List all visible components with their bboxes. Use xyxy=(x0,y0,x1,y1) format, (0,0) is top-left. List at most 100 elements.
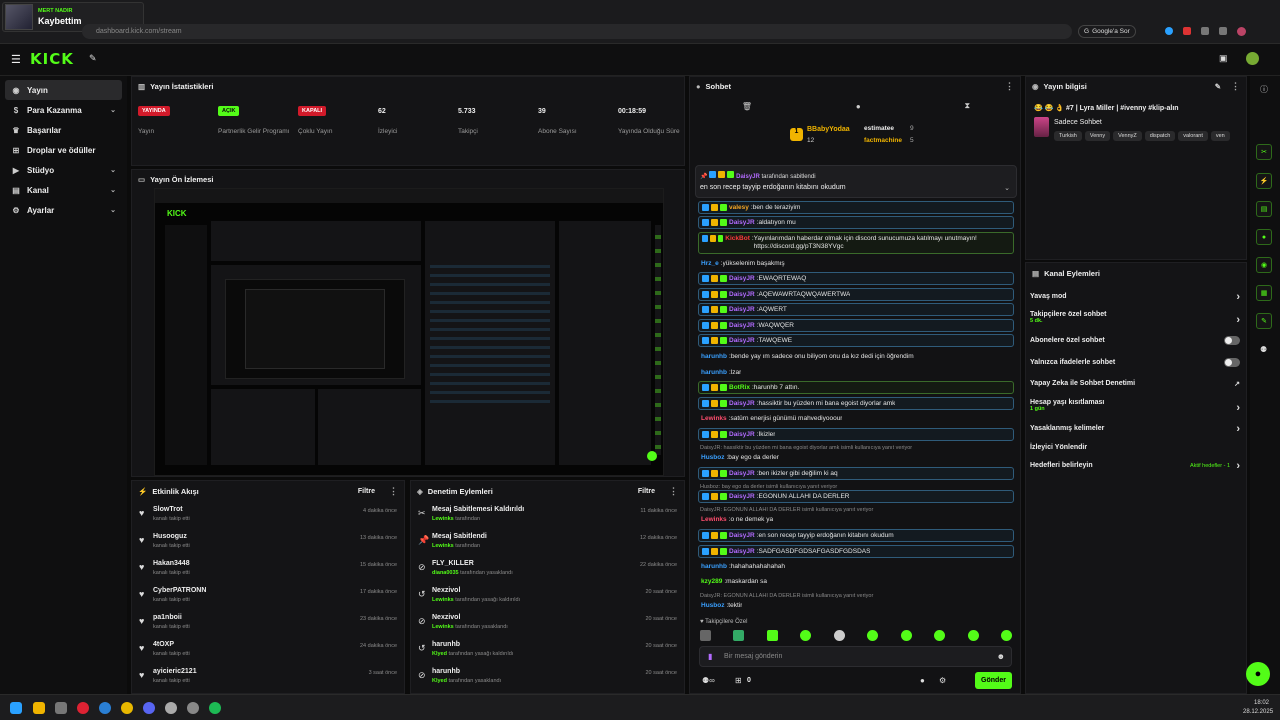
extension-icon[interactable] xyxy=(1219,27,1227,35)
chat-message[interactable]: DaisyJR: AQEWAWRTAQWQAWERTWA xyxy=(698,288,1014,301)
chat-message[interactable]: DaisyJR: ben ikizler gibi değilim ki aq xyxy=(698,467,1014,480)
emote-icon[interactable] xyxy=(733,630,745,641)
sidebar-item[interactable]: ▶ Stüdyo ⌄ xyxy=(5,160,122,180)
emote-icon[interactable] xyxy=(1000,630,1012,641)
tag-chip[interactable]: dispatch xyxy=(1144,131,1176,141)
extension-icon[interactable] xyxy=(1183,27,1191,35)
spotify-icon[interactable] xyxy=(209,702,221,714)
chat-message[interactable]: DaisyJR: AQWERT xyxy=(698,303,1014,316)
channel-action-item[interactable]: Yasaklanmış kelimeler › xyxy=(1030,423,1240,435)
users-icon[interactable]: ⚉∞ xyxy=(702,676,715,685)
emote-icon[interactable] xyxy=(934,630,946,641)
moderation-row[interactable]: ↺ Nexzivol Lewinks tarafından yasağı kaldı… xyxy=(411,587,684,614)
channel-action-item[interactable]: Hedefleri belirleyin › Aktif hedefler - 1 xyxy=(1030,460,1240,472)
chat-username[interactable]: DaisyJR xyxy=(729,275,755,282)
activity-row[interactable]: ♥ Hakan3448 kanalı takip etti 15 dakika önc… xyxy=(132,560,404,587)
moderation-row[interactable]: ↺ harunhb Klyed tarafından yasağı kaldırıl… xyxy=(411,641,684,668)
address-bar[interactable] xyxy=(82,24,1072,39)
moderator-name[interactable]: Klyed xyxy=(432,651,447,657)
chevron-right-icon[interactable]: › xyxy=(1236,291,1240,303)
taskbar-app-icon[interactable] xyxy=(55,702,67,714)
chat-bubble-icon[interactable]: ● xyxy=(856,102,861,111)
chat-message[interactable]: KickBot: Yayınlarımdan haberdar olmak iç… xyxy=(698,232,1014,254)
chat-message[interactable]: BotRix: harunhb 7 attın. xyxy=(698,381,1014,394)
info-icon[interactable]: ⓘ xyxy=(1260,84,1268,95)
moderation-filter-button[interactable]: Filtre xyxy=(638,488,655,495)
chevron-right-icon[interactable]: › xyxy=(1236,402,1240,414)
rail-scissors-icon[interactable]: ✂ xyxy=(1256,144,1272,160)
chat-message[interactable]: DaisyJR: hassiktir bu yüzden mi bana ego… xyxy=(698,397,1014,410)
chat-username[interactable]: Lewinks xyxy=(701,415,727,422)
chat-message[interactable]: Lewinks: satürn enerjisi günümü mahvediy… xyxy=(698,412,1014,425)
chat-message[interactable]: Husboz: bay ego da derler xyxy=(698,451,1014,464)
activity-row[interactable]: ♥ 4tOXP kanalı takip etti 24 dakika önce xyxy=(132,641,404,668)
profile-avatar[interactable] xyxy=(1237,27,1246,36)
chevron-down-icon[interactable]: ⌄ xyxy=(1004,184,1010,192)
chat-message[interactable]: DaisyJR: aldatıyon mu xyxy=(698,216,1014,229)
tag-chip[interactable]: Turkish xyxy=(1054,131,1082,141)
chat-username[interactable]: DaisyJR xyxy=(729,431,755,438)
moderation-row[interactable]: ⊘ harunhb Klyed tarafından yasaklandı 20 sa… xyxy=(411,668,684,695)
chat-username[interactable]: harunhb xyxy=(701,563,727,570)
rail-layout-icon[interactable]: ▦ xyxy=(1256,285,1272,301)
activity-row[interactable]: ♥ pa1nboii kanalı takip etti 23 dakika önce xyxy=(132,614,404,641)
kick-logo[interactable]: KICK xyxy=(30,50,74,68)
rail-users-icon[interactable]: ⚉ xyxy=(1260,345,1267,354)
activity-filter-button[interactable]: Filtre xyxy=(358,488,375,495)
sidebar-item[interactable]: $ Para Kazanma ⌄ xyxy=(5,100,122,120)
chevron-right-icon[interactable]: › xyxy=(1236,314,1240,326)
chat-message[interactable]: DaisyJR: EGONUN ALLAHI DA DERLER xyxy=(698,490,1014,503)
more-icon[interactable]: ⋮ xyxy=(1005,81,1014,92)
moderator-name[interactable]: Lewinks xyxy=(432,543,454,549)
extension-icons[interactable] xyxy=(1165,27,1275,37)
moderation-row[interactable]: ✂ Mesaj Sabitlemesi Kaldırıldı Lewinks tar… xyxy=(411,506,684,533)
activity-user[interactable]: Husooguz xyxy=(153,533,190,540)
edit-icon[interactable]: ✎ xyxy=(1215,82,1221,91)
chat-message[interactable]: DaisyJR: İkizler xyxy=(698,428,1014,441)
chat-username[interactable]: DaisyJR xyxy=(729,219,755,226)
emote-icon[interactable] xyxy=(766,630,778,641)
emote-bar[interactable] xyxy=(700,630,1012,641)
chevron-right-icon[interactable]: › xyxy=(1236,423,1240,435)
tag-chip[interactable]: ven xyxy=(1210,131,1230,141)
chat-username[interactable]: DaisyJR xyxy=(729,306,755,313)
tool-icon[interactable]: ✎ xyxy=(89,53,97,64)
moderation-row[interactable]: 📌 Mesaj Sabitlendi Lewinks tarafından 12 da… xyxy=(411,533,684,560)
windows-start-icon[interactable] xyxy=(10,702,22,714)
chevron-right-icon[interactable]: › xyxy=(1236,460,1240,472)
activity-row[interactable]: ♥ SlowTrot kanalı takip etti 4 dakika önce xyxy=(132,506,404,533)
channel-action-item[interactable]: Takipçilere özel sohbet 5 dk. › xyxy=(1030,311,1240,326)
chat-message[interactable]: valesy: ben de teraziyim xyxy=(698,201,1014,214)
chat-username[interactable]: DaisyJR xyxy=(729,532,755,539)
moderator-name[interactable]: Lewinks xyxy=(432,516,454,522)
chat-message[interactable]: DaisyJR: en son recep tayyip erdoğanın k… xyxy=(698,529,1014,542)
chat-username[interactable]: DaisyJR xyxy=(729,337,755,344)
category-name[interactable]: Sadece Sohbet xyxy=(1054,119,1102,126)
tag-chip[interactable]: Venny xyxy=(1084,131,1111,141)
tag-chip[interactable]: valorant xyxy=(1178,131,1208,141)
send-button[interactable]: Gönder xyxy=(975,672,1012,689)
taskbar-app-icon[interactable] xyxy=(143,702,155,714)
more-icon[interactable]: ⋮ xyxy=(669,486,678,497)
chat-message[interactable]: DaisyJR: TAWQEWE xyxy=(698,334,1014,347)
chat-username[interactable]: DaisyJR xyxy=(729,291,755,298)
extension-icon[interactable] xyxy=(1165,27,1173,35)
chevron-down-icon[interactable]: ⌄ xyxy=(110,206,116,214)
chat-username[interactable]: DaisyJR xyxy=(729,493,755,500)
moderator-name[interactable]: diana0035 xyxy=(432,570,459,576)
gift-icon[interactable]: ⊞ xyxy=(735,676,742,685)
chat-message[interactable]: Husboz: tektir xyxy=(698,599,1014,612)
chevron-down-icon[interactable]: ⌄ xyxy=(110,106,116,114)
rail-wrench-icon[interactable]: ✎ xyxy=(1256,313,1272,329)
chat-username[interactable]: DaisyJR xyxy=(729,322,755,329)
chat-message[interactable]: Lewinks: o ne demek ya xyxy=(698,513,1014,526)
chat-message[interactable]: DaisyJR: WAQWQER xyxy=(698,319,1014,332)
pinned-message[interactable]: 📌 DaisyJR tarafından sabitlendi en son r… xyxy=(695,165,1017,198)
hamburger-icon[interactable]: ☰ xyxy=(11,53,21,66)
emote-icon[interactable] xyxy=(833,630,845,641)
chat-message[interactable]: kzy289: maskardan sa xyxy=(698,575,1014,588)
chat-input[interactable]: ▮ Bir mesaj gönderin ☻ xyxy=(699,646,1012,667)
chat-message[interactable]: DaisyJR: EWAQRTEWAQ xyxy=(698,272,1014,285)
trash-icon[interactable]: 🗑 xyxy=(742,102,752,111)
more-icon[interactable]: ⋮ xyxy=(1231,81,1240,92)
